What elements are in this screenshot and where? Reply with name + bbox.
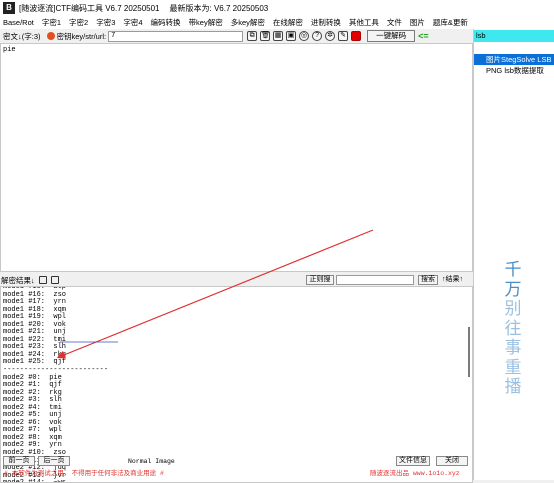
file-info-button[interactable]: 文件信息 bbox=[396, 456, 430, 466]
disclaimer-text: # 本软件为测试之用, 不得用于任何非法及商业用途 # bbox=[4, 470, 164, 477]
result-up-button[interactable]: ↑结果↑ bbox=[442, 275, 472, 285]
key-icon bbox=[46, 32, 55, 40]
motto-char: 千 bbox=[504, 260, 522, 280]
plugin-list: 图片StegSolve LSB PNG lsb数据提取 bbox=[474, 54, 554, 76]
menu-cipher-3[interactable]: 字密3 bbox=[96, 17, 115, 28]
image-icon[interactable]: ▣ bbox=[286, 31, 297, 41]
next-page-button[interactable]: 后一页 bbox=[38, 456, 70, 466]
save-result-icon[interactable] bbox=[50, 276, 59, 284]
menu-cipher-4[interactable]: 字密4 bbox=[123, 17, 142, 28]
motto-char: 重 bbox=[504, 357, 522, 378]
menu-encoding-convert[interactable]: 编码转换 bbox=[151, 17, 181, 28]
settings-icon[interactable]: ✲ bbox=[325, 31, 336, 41]
key-input[interactable]: 7 bbox=[108, 30, 244, 42]
copy-result-icon[interactable] bbox=[38, 276, 47, 284]
menu-key-decrypt[interactable]: 带key解密 bbox=[189, 17, 223, 28]
plugin-item-png-lsb-extract[interactable]: PNG lsb数据提取 bbox=[474, 65, 554, 76]
menu-bar: Base/Rot 字密1 字密2 字密3 字密4 编码转换 带key解密 多ke… bbox=[0, 16, 554, 29]
regex-input[interactable] bbox=[336, 275, 414, 285]
footer: # 本软件为测试之用, 不得用于任何非法及商业用途 # 随波逐流出品 www.1… bbox=[0, 469, 473, 479]
color-picker-icon[interactable] bbox=[351, 31, 362, 41]
result-text-area[interactable]: mode1 #15: atp mode1 #16: zso mode1 #17: y… bbox=[0, 286, 473, 483]
motto-char: 往 bbox=[504, 318, 522, 339]
result-lines: mode1 #15: atp mode1 #16: zso mode1 #17: y… bbox=[3, 287, 108, 482]
menu-bank-update[interactable]: 题库&更新 bbox=[433, 17, 468, 28]
cipher-text-area[interactable]: pie bbox=[0, 43, 473, 272]
motto-char: 播 bbox=[504, 377, 522, 397]
close-button[interactable]: 关闭 bbox=[436, 456, 468, 466]
menu-base-convert[interactable]: 进制转换 bbox=[311, 17, 341, 28]
search-button[interactable]: 搜索 bbox=[418, 275, 438, 285]
motto-char: 事 bbox=[504, 338, 522, 358]
motto-text: 千 万 别 往 事 重 播 bbox=[502, 260, 524, 398]
credit-text: 随波逐流出品 www.1o1o.xyz bbox=[370, 470, 460, 477]
result-toolbar: 解密结果↓ 正则搜 搜索 ↑结果↑ bbox=[0, 274, 473, 286]
result-scrollbar[interactable] bbox=[465, 289, 471, 481]
trash-icon[interactable]: 🗑 bbox=[260, 31, 271, 41]
plugin-item-stegsolve-lsb[interactable]: 图片StegSolve LSB bbox=[474, 54, 554, 65]
menu-cipher-1[interactable]: 字密1 bbox=[42, 17, 61, 28]
result-scroll-thumb[interactable] bbox=[468, 327, 470, 377]
edit-icon[interactable]: ✎ bbox=[338, 31, 349, 41]
globe-icon[interactable]: ◎ bbox=[299, 31, 310, 41]
plugin-search-input[interactable]: lsb bbox=[474, 30, 554, 42]
help-icon[interactable]: ? bbox=[312, 31, 323, 41]
result-label: 解密结果↓ bbox=[1, 275, 35, 285]
menu-cipher-2[interactable]: 字密2 bbox=[69, 17, 88, 28]
menu-image[interactable]: 图片 bbox=[410, 17, 425, 28]
cipher-toolbar: 密文↓(字:3) 密钥key/str/url: 7 ⧉ 🗑 ▦ ▣ ◎ ? ✲ … bbox=[0, 29, 473, 43]
menu-base-rot[interactable]: Base/Rot bbox=[3, 18, 34, 27]
menu-other-tools[interactable]: 其他工具 bbox=[349, 17, 379, 28]
motto-char: 万 bbox=[504, 279, 522, 300]
regex-search-button[interactable]: 正则搜 bbox=[306, 275, 334, 285]
key-label: 密钥key/str/url: bbox=[56, 31, 107, 41]
app-logo-icon: B bbox=[3, 2, 15, 14]
app-window: B [随波逐流]CTF编码工具 V6.7 20250501 最新版本为: V6.… bbox=[0, 0, 554, 483]
motto-char: 别 bbox=[504, 299, 522, 319]
menu-file[interactable]: 文件 bbox=[387, 17, 402, 28]
window-title: [随波逐流]CTF编码工具 V6.7 20250501 bbox=[19, 3, 160, 13]
title-bar: B [随波逐流]CTF编码工具 V6.7 20250501 最新版本为: V6.… bbox=[0, 0, 554, 16]
version-note: 最新版本为: V6.7 20250503 bbox=[169, 3, 269, 13]
main-panel: 密文↓(字:3) 密钥key/str/url: 7 ⧉ 🗑 ▦ ▣ ◎ ? ✲ … bbox=[0, 29, 473, 483]
grid-icon[interactable]: ▦ bbox=[273, 31, 284, 41]
send-arrow-icon[interactable]: <= bbox=[418, 31, 429, 41]
menu-online-decrypt[interactable]: 在线解密 bbox=[273, 17, 303, 28]
image-mode-label: Normal Image bbox=[128, 458, 175, 465]
toolbar-icons: ⧉ 🗑 ▦ ▣ ◎ ? ✲ ✎ bbox=[247, 31, 364, 41]
copy-icon[interactable]: ⧉ bbox=[247, 31, 258, 41]
cipher-label: 密文↓(字:3) bbox=[3, 31, 41, 41]
menu-multikey-decrypt[interactable]: 多key解密 bbox=[231, 17, 265, 28]
plugin-panel: lsb 图片StegSolve LSB PNG lsb数据提取 千 万 别 往 … bbox=[473, 29, 554, 480]
prev-page-button[interactable]: 前一页 bbox=[3, 456, 35, 466]
one-click-decode-button[interactable]: 一键解码 bbox=[367, 30, 416, 42]
bottom-bar: 前一页 后一页 Normal Image 文件信息 关闭 bbox=[0, 456, 473, 467]
